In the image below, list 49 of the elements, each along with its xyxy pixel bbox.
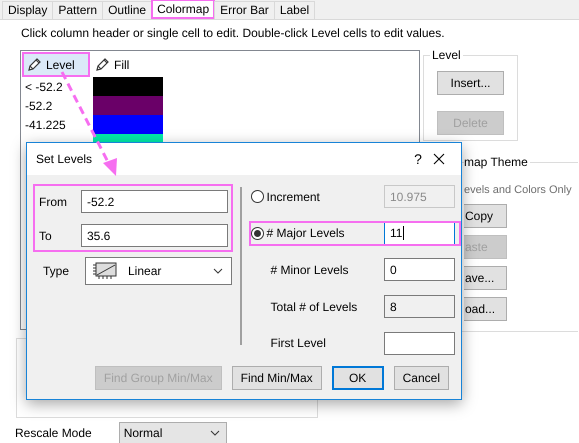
field-label: Type [43,264,70,278]
input-field[interactable]: 35.6 [81,224,228,247]
column-header[interactable]: Level [22,52,90,77]
pencil-icon [94,56,110,72]
color-swatch[interactable] [93,96,163,115]
button[interactable]: oad... [464,297,507,321]
button[interactable]: Cancel [394,366,449,390]
tab[interactable]: Colormap [151,0,216,19]
button[interactable]: ave... [464,266,507,290]
color-swatch[interactable] [93,77,163,96]
input-field[interactable]: 11 [384,222,455,245]
chevron-icon [213,268,223,274]
table-cell-text: -52.2 [24,98,54,112]
input-field[interactable] [384,332,455,355]
input-field: 8 [384,295,455,318]
input-field[interactable]: 0 [384,258,455,282]
field-label: Total # of Levels [270,300,358,314]
linear-scale-icon [92,262,118,280]
option-label: Increment [266,190,320,204]
rescale-dropdown[interactable]: Normal [118,422,227,443]
tab[interactable]: Label [274,1,316,19]
table-cell-text: < -52.2 [24,80,64,94]
button[interactable]: Find Min/Max [232,366,322,390]
instruction-text: Click column header or single cell to edit. Double-click Level cells to edit values. [21,26,446,42]
input-field[interactable]: -52.2 [81,190,228,213]
radio-button[interactable] [250,226,264,240]
color-swatch[interactable] [93,115,163,134]
option-label: evels and Colors Only [464,184,572,196]
group-title: Level [430,48,463,62]
field-label: Rescale Mode [15,426,92,440]
column-header[interactable]: Fill [90,52,158,77]
tab[interactable]: Display [2,1,54,19]
button[interactable]: Copy [464,204,507,228]
field-label: To [39,228,53,242]
group-title: map Theme [464,155,530,169]
table-cell-text: -41.225 [24,118,67,132]
pencil-icon [26,56,42,72]
field-label: From [39,194,68,208]
close-icon[interactable] [433,153,445,165]
field-label: # Minor Levels [270,262,349,277]
chevron-icon [210,430,220,436]
option-label: # Major Levels [266,226,345,240]
tab[interactable]: Error Bar [214,1,275,19]
button[interactable]: OK [332,366,384,390]
dialog-title: Set Levels [36,152,94,166]
button[interactable]: Insert... [437,71,504,95]
field-label: First Level [270,336,326,350]
type-dropdown[interactable]: Linear [85,257,232,285]
help-button[interactable]: ? [403,150,433,168]
